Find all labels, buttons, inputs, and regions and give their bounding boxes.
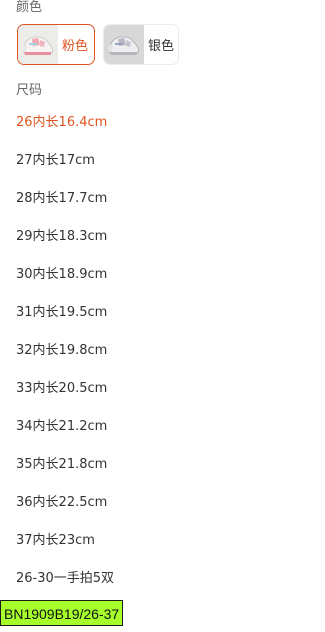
size-option[interactable]: 26内长16.4cm xyxy=(0,104,325,142)
size-option-list: 26内长16.4cm 27内长17cm 28内长17.7cm 29内长18.3c… xyxy=(0,104,325,598)
size-option[interactable]: 27内长17cm xyxy=(0,142,325,180)
silver-shoe-thumbnail xyxy=(104,25,144,64)
size-option[interactable]: 33内长20.5cm xyxy=(0,370,325,408)
size-option[interactable]: 31内长19.5cm xyxy=(0,294,325,332)
size-option[interactable]: 26-30一手拍5双 xyxy=(0,560,325,598)
sku-code-badge: BN1909B19/26-37 xyxy=(0,600,124,626)
color-option-silver[interactable]: 银色 xyxy=(103,24,179,65)
size-option[interactable]: 32内长19.8cm xyxy=(0,332,325,370)
size-option[interactable]: 37内长23cm xyxy=(0,522,325,560)
size-option[interactable]: 35内长21.8cm xyxy=(0,446,325,484)
size-option[interactable]: 34内长21.2cm xyxy=(0,408,325,446)
color-section-label: 颜色 xyxy=(16,0,43,15)
pink-shoe-thumbnail xyxy=(18,25,58,64)
size-option[interactable]: 36内长22.5cm xyxy=(0,484,325,522)
color-option-pink[interactable]: 粉色 xyxy=(17,24,95,65)
size-option[interactable]: 28内长17.7cm xyxy=(0,180,325,218)
size-option[interactable]: 30内长18.9cm xyxy=(0,256,325,294)
color-option-label: 银色 xyxy=(148,39,175,54)
color-option-label: 粉色 xyxy=(62,39,89,54)
size-section-label: 尺码 xyxy=(16,83,43,98)
size-option[interactable]: 29内长18.3cm xyxy=(0,218,325,256)
